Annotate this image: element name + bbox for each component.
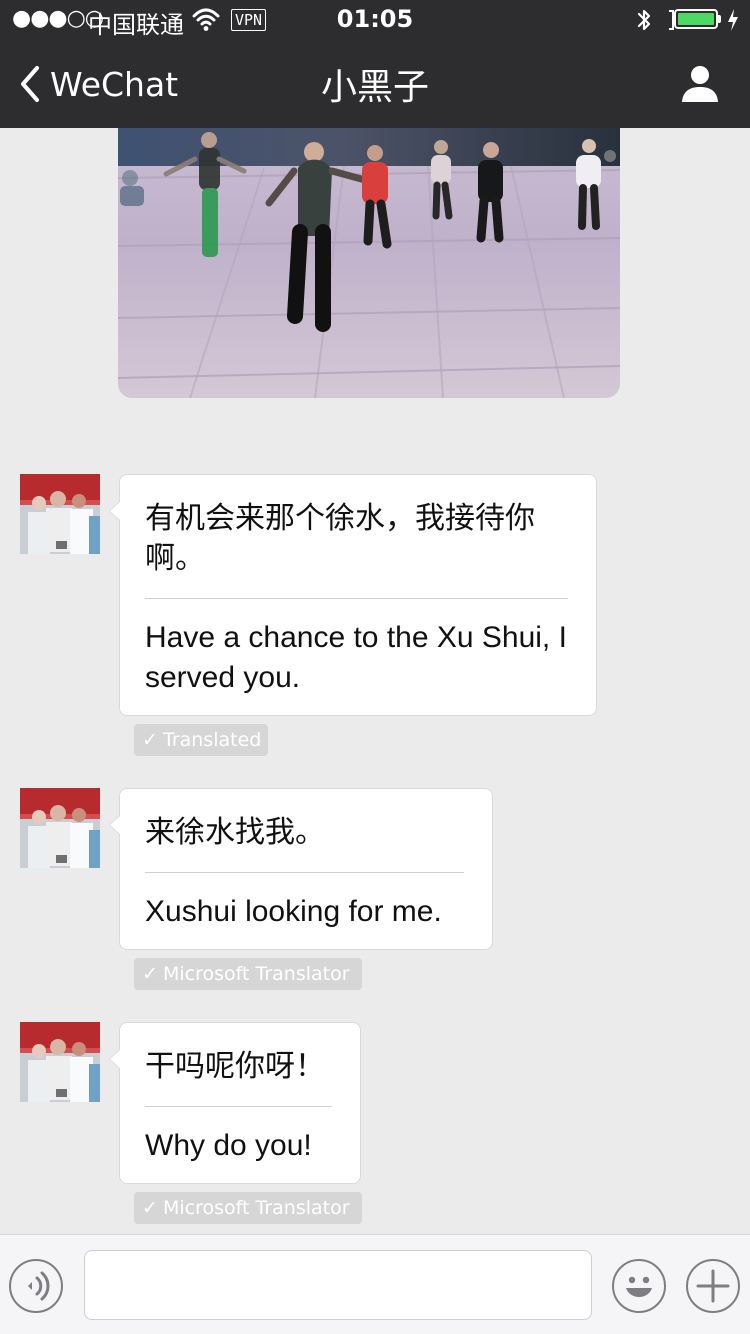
translation-badge-label: Microsoft Translator [163, 963, 350, 985]
top-bar: ●●●○○ 中国联通 VPN 01:05 WeChat 小黑子 [0, 0, 750, 128]
message-row: 来徐水找我。 Xushui looking for me. ✓ Microsoft… [0, 788, 750, 990]
avatar[interactable] [20, 474, 100, 554]
translation-badge: ✓ Microsoft Translator [134, 1192, 362, 1224]
message-bubble[interactable]: 来徐水找我。 Xushui looking for me. [109, 788, 493, 950]
avatar-photo [20, 788, 100, 868]
avatar[interactable] [20, 788, 100, 868]
avatar-photo [20, 1022, 100, 1102]
translation-badge-label: Microsoft Translator [163, 1197, 350, 1219]
message-row: 有机会来那个徐水，我接待你啊。 Have a chance to the Xu … [0, 474, 750, 756]
battery-level-fill [678, 13, 714, 25]
original-message: 有机会来那个徐水，我接待你啊。 [145, 501, 535, 576]
carrier-name: 中国联通 [88, 11, 184, 39]
original-message: 来徐水找我。 [145, 815, 325, 850]
emoji-button[interactable] [612, 1259, 666, 1313]
translation-badge: ✓ Translated [134, 724, 268, 756]
message-input-bar [0, 1234, 750, 1334]
check-icon: ✓ [142, 1197, 158, 1219]
translation-divider [145, 598, 568, 599]
avatar[interactable] [20, 1022, 100, 1102]
profile-icon[interactable] [677, 64, 723, 104]
video-message[interactable] [118, 128, 620, 398]
voice-icon [28, 1271, 50, 1301]
message-row: 干吗呢你呀！ Why do you! ✓ Microsoft Translator [0, 1022, 750, 1224]
chat-history[interactable]: 有机会来那个徐水，我接待你啊。 Have a chance to the Xu … [0, 128, 750, 1234]
charging-icon [728, 9, 738, 31]
back-label: WeChat [50, 64, 179, 104]
check-icon: ✓ [142, 963, 158, 985]
back-button[interactable]: WeChat [18, 62, 178, 106]
message-input[interactable] [84, 1250, 592, 1320]
status-bar: ●●●○○ 中国联通 VPN 01:05 [0, 0, 750, 40]
navigation-bar: WeChat 小黑子 [0, 40, 750, 128]
translated-message: Xushui looking for me. [145, 895, 442, 928]
emoji-icon [626, 1276, 652, 1297]
translation-badge-label: Translated [163, 729, 262, 751]
plus-icon [696, 1269, 730, 1303]
bluetooth-icon [637, 9, 651, 31]
wifi-icon [192, 8, 220, 31]
message-bubble[interactable]: 有机会来那个徐水，我接待你啊。 Have a chance to the Xu … [109, 474, 597, 716]
avatar-photo [20, 474, 100, 554]
translation-badge: ✓ Microsoft Translator [134, 958, 362, 990]
original-message: 干吗呢你呀！ [145, 1049, 325, 1084]
translation-divider [145, 1106, 332, 1107]
translated-message: Why do you! [145, 1129, 312, 1162]
battery-icon [674, 9, 718, 29]
translated-message: Have a chance to the Xu Shui, I served y… [145, 621, 567, 694]
translation-divider [145, 872, 464, 873]
chat-title: 小黑子 [320, 67, 429, 108]
more-actions-button[interactable] [686, 1259, 740, 1313]
chevron-left-icon [21, 66, 39, 102]
voice-button[interactable] [9, 1259, 63, 1313]
message-bubble[interactable]: 干吗呢你呀！ Why do you! [109, 1022, 361, 1184]
check-icon: ✓ [142, 729, 158, 751]
vpn-indicator: VPN [231, 9, 267, 31]
video-thumbnail [118, 128, 620, 398]
battery-tip [718, 15, 721, 23]
